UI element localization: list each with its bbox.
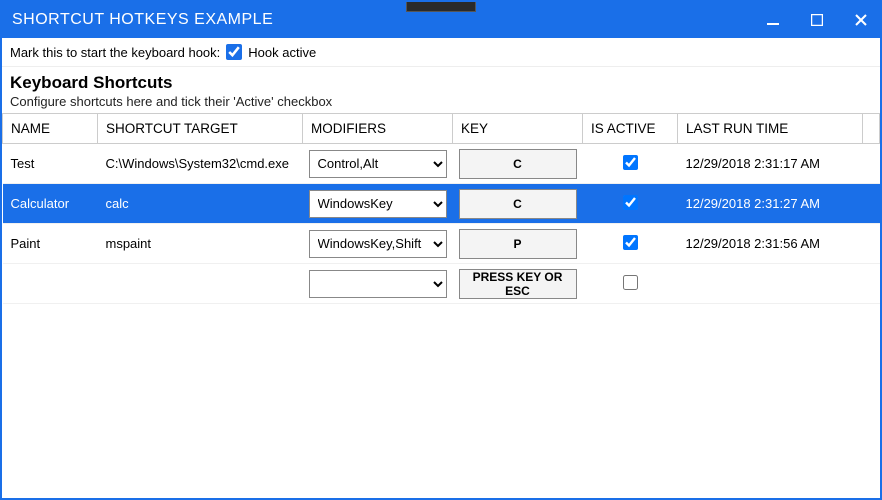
cell-tail <box>863 144 880 184</box>
key-button[interactable]: C <box>459 189 577 219</box>
cell-key: PRESS KEY OR ESC <box>453 264 583 304</box>
close-button[interactable] <box>852 11 870 29</box>
app-window: SHORTCUT HOTKEYS EXAMPLE Mark this to st… <box>0 0 882 500</box>
cell-tail <box>863 264 880 304</box>
col-modifiers[interactable]: MODIFIERS <box>303 114 453 144</box>
modifiers-select[interactable] <box>309 270 447 298</box>
close-icon <box>855 14 867 26</box>
maximize-button[interactable] <box>808 11 826 29</box>
cell-name[interactable]: Test <box>3 144 98 184</box>
active-checkbox[interactable] <box>623 235 638 250</box>
window-title: SHORTCUT HOTKEYS EXAMPLE <box>12 11 273 29</box>
cell-name[interactable]: Paint <box>3 224 98 264</box>
cell-key: P <box>453 224 583 264</box>
cell-time: 12/29/2018 2:31:17 AM <box>678 144 863 184</box>
cell-tail <box>863 184 880 224</box>
titlebar[interactable]: SHORTCUT HOTKEYS EXAMPLE <box>2 2 880 38</box>
key-button[interactable]: PRESS KEY OR ESC <box>459 269 577 299</box>
hook-label: Mark this to start the keyboard hook: <box>10 45 220 60</box>
shortcuts-grid: NAME SHORTCUT TARGET MODIFIERS KEY IS AC… <box>2 113 880 498</box>
key-button[interactable]: P <box>459 229 577 259</box>
cell-key: C <box>453 184 583 224</box>
cell-modifiers <box>303 264 453 304</box>
table-row[interactable]: PaintmspaintWindowsKey,Shift P 12/29/2018 … <box>3 224 880 264</box>
col-time[interactable]: LAST RUN TIME <box>678 114 863 144</box>
cell-time: 12/29/2018 2:31:27 AM <box>678 184 863 224</box>
section-header: Keyboard Shortcuts Configure shortcuts h… <box>2 67 880 113</box>
header-row: NAME SHORTCUT TARGET MODIFIERS KEY IS AC… <box>3 114 880 144</box>
hook-checkbox[interactable] <box>226 44 242 60</box>
window-controls <box>764 11 870 29</box>
table-row-new[interactable]: PRESS KEY OR ESC <box>3 264 880 304</box>
table-row[interactable]: TestC:\Windows\System32\cmd.exeControl,A… <box>3 144 880 184</box>
modifiers-select[interactable]: WindowsKey <box>309 190 447 218</box>
minimize-button[interactable] <box>764 11 782 29</box>
col-name[interactable]: NAME <box>3 114 98 144</box>
cell-modifiers: WindowsKey,Shift <box>303 224 453 264</box>
cell-target[interactable]: calc <box>98 184 303 224</box>
table-row[interactable]: CalculatorcalcWindowsKey C 12/29/2018 2:31… <box>3 184 880 224</box>
section-heading: Keyboard Shortcuts <box>10 73 872 93</box>
cell-target[interactable]: mspaint <box>98 224 303 264</box>
active-checkbox[interactable] <box>623 155 638 170</box>
titlebar-grip <box>406 2 476 12</box>
cell-active <box>583 264 678 304</box>
modifiers-select[interactable]: Control,Alt <box>309 150 447 178</box>
cell-modifiers: WindowsKey <box>303 184 453 224</box>
cell-time: 12/29/2018 2:31:56 AM <box>678 224 863 264</box>
cell-target[interactable] <box>98 264 303 304</box>
cell-time <box>678 264 863 304</box>
col-active[interactable]: IS ACTIVE <box>583 114 678 144</box>
col-key[interactable]: KEY <box>453 114 583 144</box>
maximize-icon <box>811 14 823 26</box>
key-button[interactable]: C <box>459 149 577 179</box>
cell-active <box>583 144 678 184</box>
cell-active <box>583 224 678 264</box>
shortcuts-table: NAME SHORTCUT TARGET MODIFIERS KEY IS AC… <box>2 113 880 304</box>
cell-active <box>583 184 678 224</box>
cell-key: C <box>453 144 583 184</box>
cell-name[interactable] <box>3 264 98 304</box>
cell-modifiers: Control,Alt <box>303 144 453 184</box>
active-checkbox[interactable] <box>623 275 638 290</box>
cell-name[interactable]: Calculator <box>3 184 98 224</box>
hook-row: Mark this to start the keyboard hook: Ho… <box>2 38 880 67</box>
col-tail <box>863 114 880 144</box>
hook-status: Hook active <box>248 45 316 60</box>
section-subtext: Configure shortcuts here and tick their … <box>10 94 872 109</box>
minimize-icon <box>767 14 779 26</box>
col-target[interactable]: SHORTCUT TARGET <box>98 114 303 144</box>
active-checkbox[interactable] <box>623 195 638 210</box>
modifiers-select[interactable]: WindowsKey,Shift <box>309 230 447 258</box>
cell-tail <box>863 224 880 264</box>
cell-target[interactable]: C:\Windows\System32\cmd.exe <box>98 144 303 184</box>
